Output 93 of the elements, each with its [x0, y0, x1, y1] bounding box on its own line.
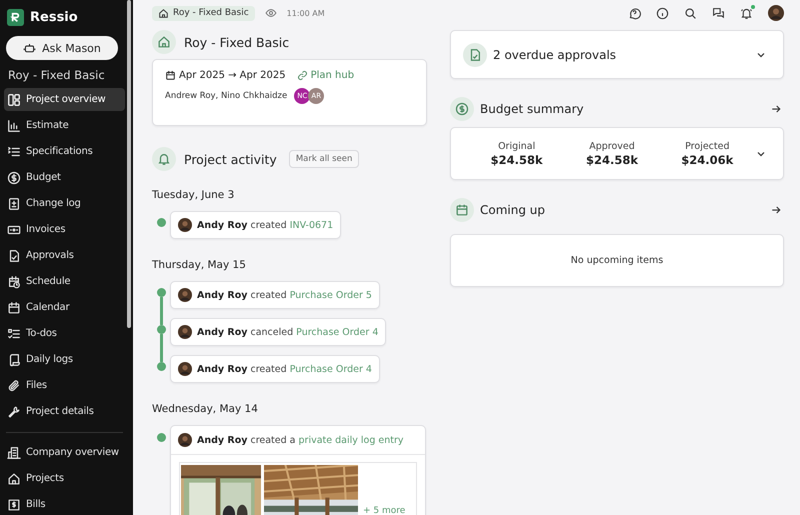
approvals-card[interactable]: 2 overdue approvals — [450, 30, 784, 79]
avatar-icon — [178, 218, 192, 232]
nav-item[interactable]: Files — [4, 374, 125, 397]
nav-item[interactable]: Daily logs — [4, 348, 125, 371]
breadcrumb-chip[interactable]: Roy - Fixed Basic — [152, 6, 255, 20]
paperclip-icon — [7, 378, 21, 392]
avatar-icon — [178, 362, 192, 376]
nav-item[interactable]: Project overview — [4, 88, 125, 111]
plan-hub-link[interactable]: Plan hub — [310, 70, 354, 81]
members-text: Andrew Roy, Nino Chkhaidze — [165, 91, 288, 101]
time-label: 11:00 AM — [286, 8, 325, 18]
activity-text: Andy Roy created a private daily log entry — [197, 434, 404, 446]
nav-item[interactable]: Invoices — [4, 218, 125, 241]
nav-item[interactable]: Company overview — [4, 441, 125, 464]
home-icon — [152, 30, 176, 54]
bill-icon — [7, 498, 21, 512]
dollar-icon — [7, 170, 21, 184]
checklist-icon — [7, 326, 21, 340]
nav-item[interactable]: Specifications — [4, 140, 125, 163]
building-icon — [7, 446, 21, 460]
bar-chart-icon — [7, 118, 21, 132]
nav-item[interactable]: Change log — [4, 192, 125, 215]
activity-card[interactable]: Andy Roy created Purchase Order 4 — [170, 355, 380, 383]
nav-item[interactable]: Schedule — [4, 270, 125, 293]
avatar-icon — [178, 325, 192, 339]
logo-icon — [7, 9, 24, 26]
nav-item[interactable]: To-dos — [4, 322, 125, 345]
activity-card[interactable]: Andy Roy created INV-0671 — [170, 211, 342, 239]
figure-value: $24.06k — [681, 152, 734, 166]
calendar-clock-icon — [7, 274, 21, 288]
layout-icon — [7, 92, 21, 106]
day-heading: Tuesday, June 3 — [152, 189, 236, 201]
info-icon[interactable] — [656, 6, 669, 20]
figure-value: $24.58k — [490, 152, 543, 166]
list-icon — [7, 144, 21, 158]
dollar-icon — [450, 97, 474, 121]
activity-card[interactable]: Andy Roy canceled Purchase Order 4 — [170, 318, 386, 346]
activity-text: Andy Roy created INV-0671 — [197, 220, 334, 230]
avatar-icon — [178, 288, 192, 302]
eye-icon[interactable] — [264, 7, 277, 19]
figure-label: Projected — [685, 140, 730, 152]
calendar-icon — [7, 300, 21, 314]
home-icon — [158, 8, 169, 18]
nav-item[interactable]: Budget — [4, 166, 125, 189]
timeline-dot — [156, 433, 166, 442]
activity-text: Andy Roy created Purchase Order 4 — [197, 364, 372, 374]
day-heading: Wednesday, May 14 — [152, 403, 259, 415]
calendar-icon — [450, 198, 474, 222]
figure-label: Approved — [589, 140, 635, 152]
calendar-icon — [165, 70, 176, 81]
nav-item[interactable]: Calendar — [4, 296, 125, 319]
nav-item[interactable]: Approvals — [4, 244, 125, 267]
approvals-title: 2 overdue approvals — [493, 48, 618, 62]
document-check-icon — [7, 248, 21, 262]
search-icon[interactable] — [684, 6, 697, 20]
bell-icon — [152, 147, 176, 171]
figure-label: Original — [498, 140, 536, 152]
user-avatar[interactable] — [768, 5, 784, 21]
nav-item[interactable]: Bills — [4, 493, 125, 515]
arrow-right-icon[interactable] — [770, 204, 782, 216]
section-title: Budget summary — [480, 102, 585, 116]
activity-card[interactable]: Andy Roy created Purchase Order 5 — [170, 281, 380, 309]
figure-value: $24.58k — [586, 152, 638, 166]
project-title: Roy - Fixed Basic — [184, 34, 290, 50]
activity-text: Andy Roy created Purchase Order 5 — [197, 290, 372, 300]
arrow-right-icon[interactable] — [770, 103, 782, 115]
project-name: Roy - Fixed Basic — [7, 67, 106, 84]
help-icon[interactable] — [628, 6, 641, 20]
document-icon — [7, 196, 21, 210]
section-title: Coming up — [480, 203, 546, 217]
empty-message: No upcoming items — [570, 255, 664, 266]
day-heading: Thursday, May 15 — [152, 259, 247, 271]
nav-item[interactable]: Projects — [4, 467, 125, 490]
timeline-dot — [156, 218, 166, 227]
home-icon — [7, 472, 21, 486]
scrollbar[interactable] — [127, 0, 131, 328]
avatar-icon — [178, 433, 192, 447]
document-check-icon — [463, 42, 487, 66]
nav-item[interactable]: Estimate — [4, 114, 125, 137]
activity-card[interactable]: Andy Roy created a private daily log entry + 5 more — [170, 425, 426, 515]
wrench-icon — [7, 404, 21, 418]
chat-icon[interactable] — [712, 6, 725, 20]
app-name: Ressio — [30, 10, 78, 25]
mark-all-seen-button[interactable]: Mark all seen — [288, 150, 360, 168]
date-range: Apr 2025 → Apr 2025 — [179, 70, 286, 81]
ask-button[interactable]: Ask Mason — [6, 36, 118, 60]
activity-text: Andy Roy canceled Purchase Order 4 — [197, 326, 378, 338]
scroll-icon — [7, 352, 21, 366]
nav-item[interactable]: Project details — [4, 400, 125, 423]
robot-icon — [23, 42, 36, 54]
link-icon — [296, 70, 308, 81]
bell-icon[interactable] — [740, 6, 753, 20]
section-title: Project activity — [184, 152, 277, 166]
